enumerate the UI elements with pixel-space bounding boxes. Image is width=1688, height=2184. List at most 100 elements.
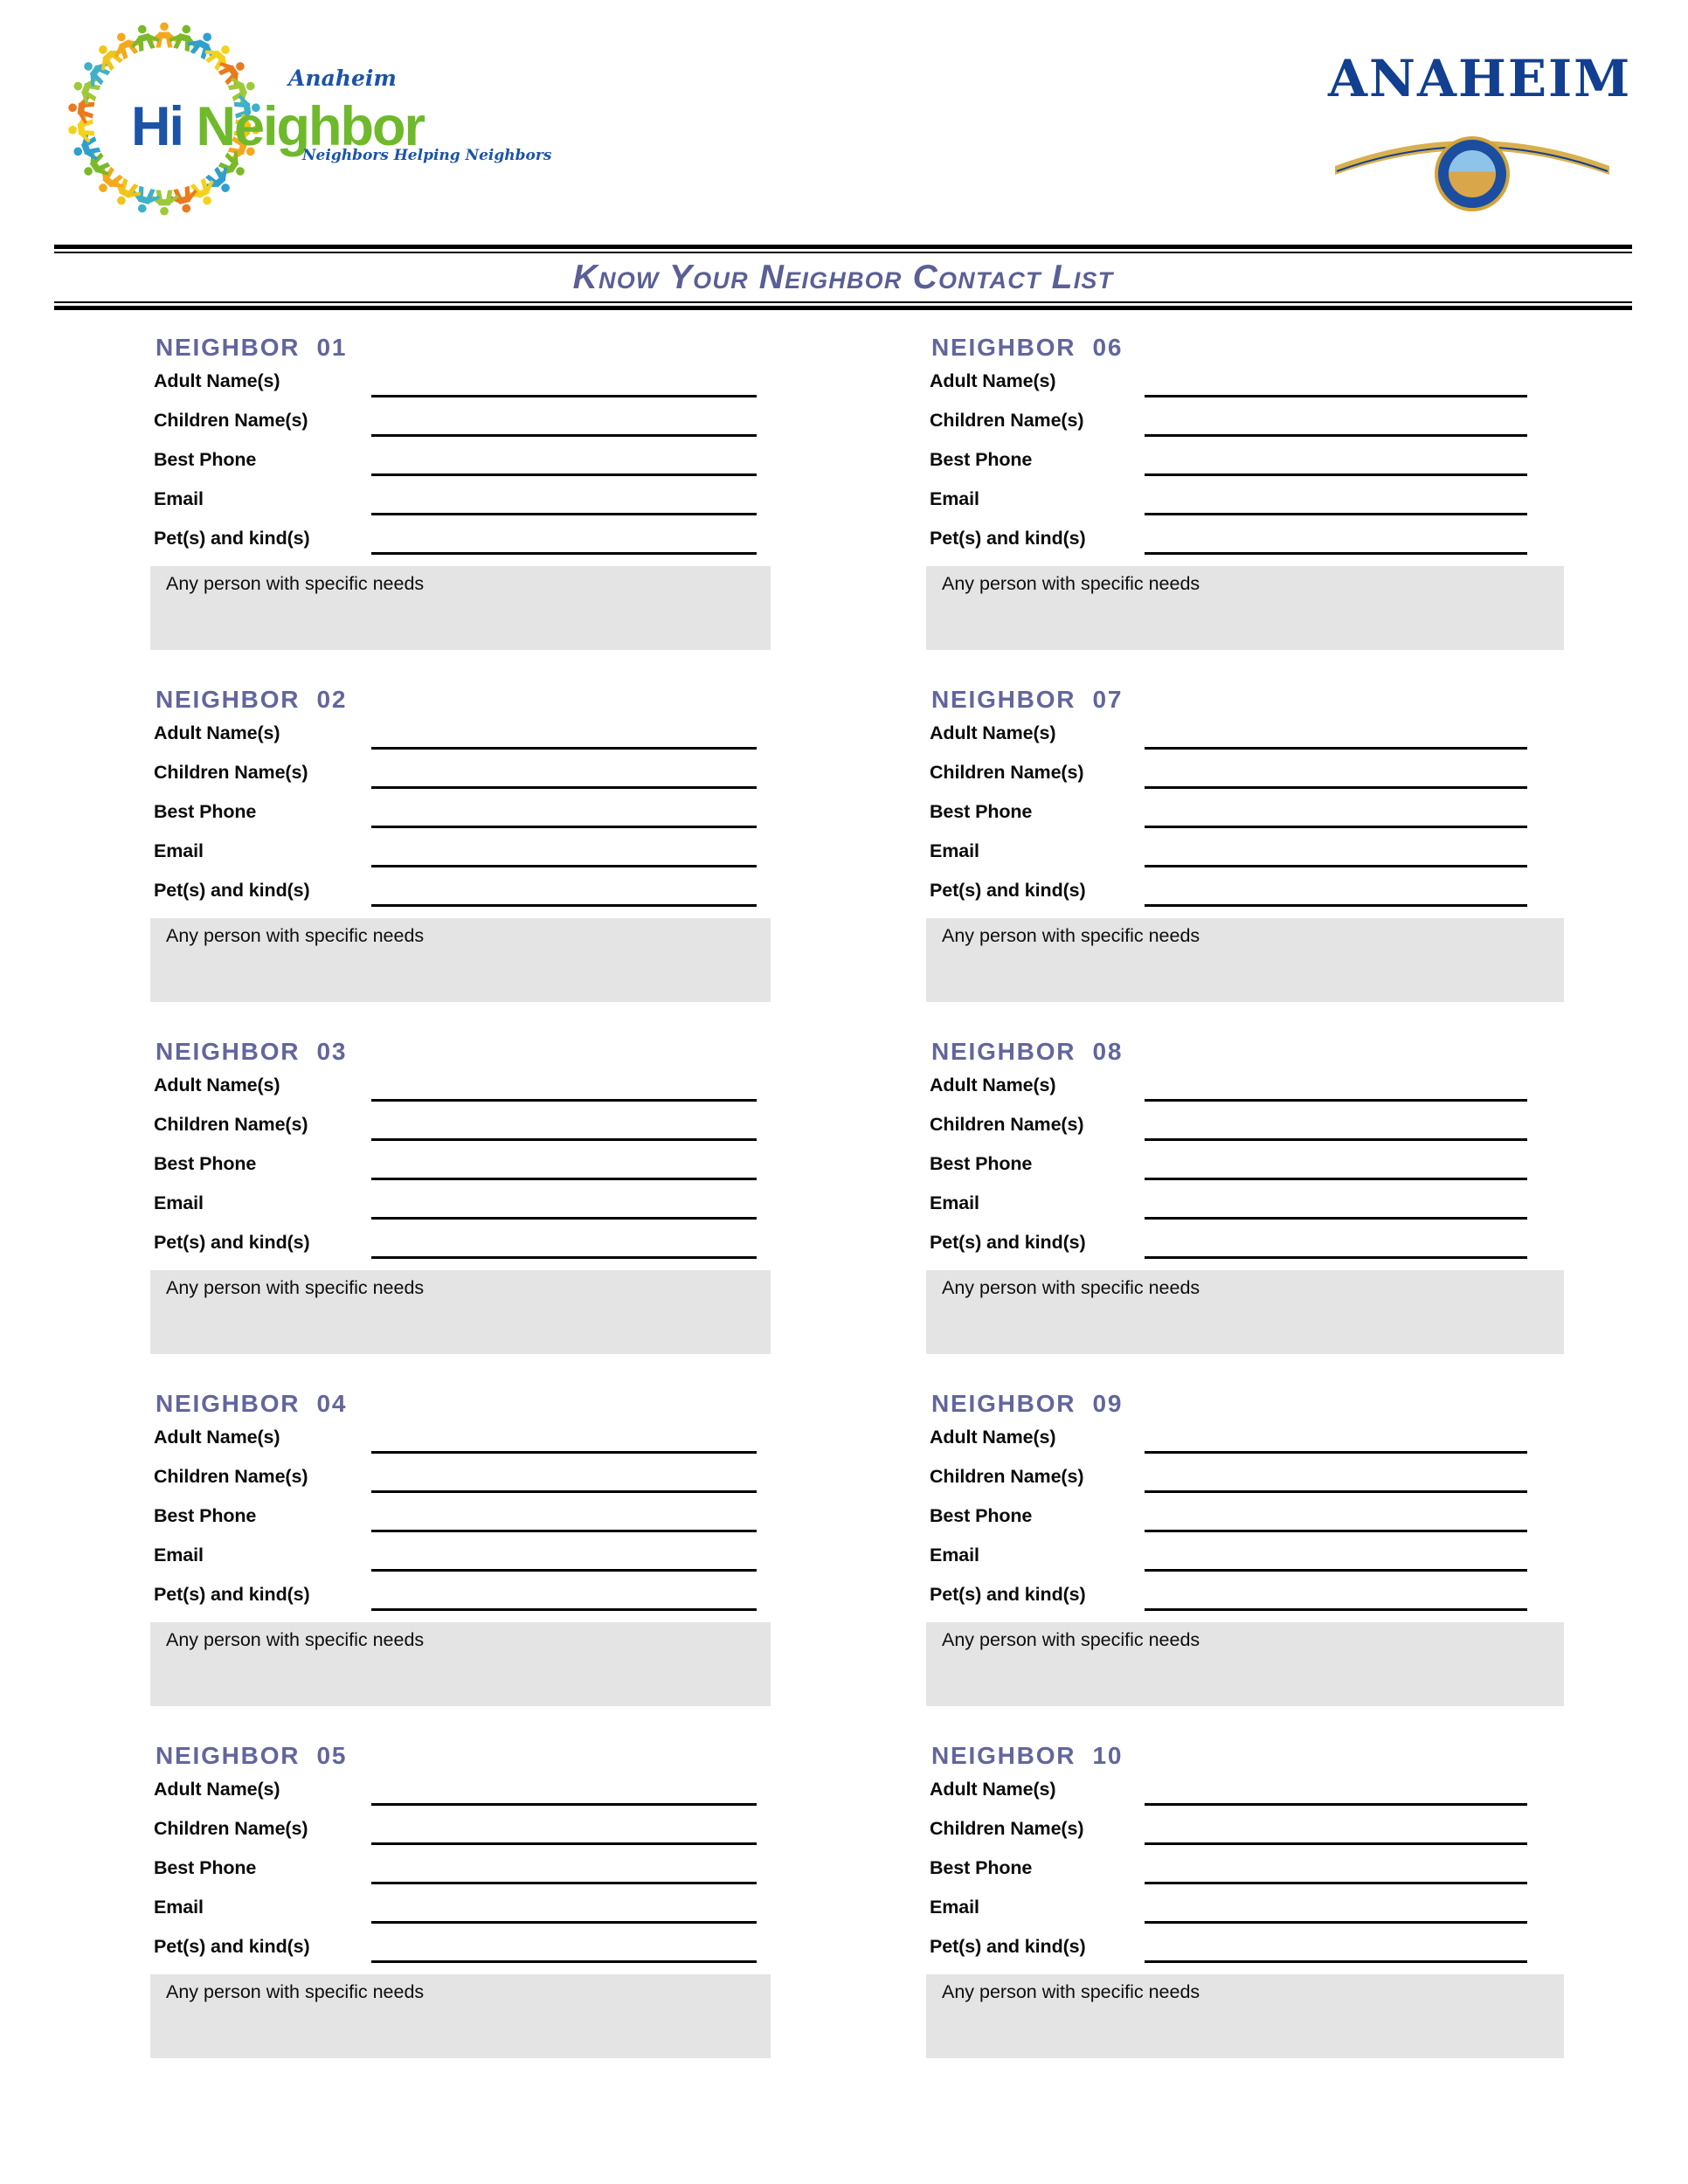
field-input-line-pets[interactable] <box>1145 904 1527 908</box>
field-input-line-children-names[interactable] <box>1145 434 1527 438</box>
field-input-line-best-phone[interactable] <box>1145 1530 1527 1533</box>
field-label-children-names: Children Name(s) <box>154 1114 308 1136</box>
field-row-adult-names: Adult Name(s) <box>926 1775 1564 1814</box>
special-needs-box[interactable]: Any person with specific needs <box>926 918 1564 1003</box>
field-input-line-best-phone[interactable] <box>371 473 757 477</box>
field-row-adult-names: Adult Name(s) <box>150 1071 771 1110</box>
field-input-line-pets[interactable] <box>371 552 757 556</box>
field-input-line-pets[interactable] <box>371 1256 757 1260</box>
special-needs-box[interactable]: Any person with specific needs <box>926 566 1564 651</box>
field-input-line-pets[interactable] <box>1145 552 1527 556</box>
field-input-line-email[interactable] <box>1145 1921 1527 1925</box>
field-row-email: Email <box>926 837 1564 876</box>
page-header: Anaheim Hi Neighbor Neighbors Helping Ne… <box>0 0 1688 232</box>
page-title: Know Your Neighbor Contact List <box>572 258 1114 296</box>
field-row-best-phone: Best Phone <box>926 1854 1564 1893</box>
hi-neighbor-tagline: Neighbors Helping Neighbors <box>302 147 552 164</box>
field-input-line-adult-names[interactable] <box>371 395 757 398</box>
field-label-email: Email <box>930 840 979 862</box>
field-input-line-pets[interactable] <box>1145 1960 1527 1964</box>
field-input-line-children-names[interactable] <box>1145 1842 1527 1846</box>
special-needs-box[interactable]: Any person with specific needs <box>926 1974 1564 2059</box>
field-input-line-pets[interactable] <box>1145 1256 1527 1260</box>
special-needs-label: Any person with specific needs <box>942 1629 1200 1651</box>
neighbor-block-heading: NEIGHBOR 05 <box>156 1742 348 1769</box>
field-input-line-pets[interactable] <box>371 1960 757 1964</box>
field-label-best-phone: Best Phone <box>154 449 257 471</box>
field-label-best-phone: Best Phone <box>154 1857 257 1879</box>
field-input-line-best-phone[interactable] <box>371 1178 757 1181</box>
field-row-pets: Pet(s) and kind(s) <box>150 1580 771 1620</box>
field-input-line-adult-names[interactable] <box>371 1451 757 1455</box>
field-input-line-email[interactable] <box>1145 1217 1527 1220</box>
field-label-pets: Pet(s) and kind(s) <box>154 1936 310 1958</box>
hi-neighbor-word-hi: Hi <box>131 96 184 157</box>
field-input-line-children-names[interactable] <box>1145 786 1527 790</box>
field-input-line-email[interactable] <box>371 1921 757 1925</box>
field-input-line-adult-names[interactable] <box>1145 1099 1527 1102</box>
field-label-best-phone: Best Phone <box>930 1505 1033 1527</box>
field-input-line-adult-names[interactable] <box>1145 1803 1527 1807</box>
field-input-line-adult-names[interactable] <box>1145 747 1527 750</box>
special-needs-label: Any person with specific needs <box>166 573 425 595</box>
field-input-line-children-names[interactable] <box>1145 1138 1527 1142</box>
field-input-line-children-names[interactable] <box>1145 1490 1527 1494</box>
special-needs-box[interactable]: Any person with specific needs <box>150 1270 771 1355</box>
field-input-line-email[interactable] <box>1145 1569 1527 1572</box>
field-input-line-pets[interactable] <box>1145 1608 1527 1612</box>
field-input-line-best-phone[interactable] <box>1145 1882 1527 1885</box>
field-input-line-best-phone[interactable] <box>1145 826 1527 829</box>
field-row-best-phone: Best Phone <box>150 798 771 837</box>
field-row-pets: Pet(s) and kind(s) <box>926 1228 1564 1268</box>
field-label-pets: Pet(s) and kind(s) <box>154 528 310 549</box>
field-input-line-email[interactable] <box>371 1569 757 1572</box>
anaheim-seal-icon <box>1435 136 1510 211</box>
field-row-pets: Pet(s) and kind(s) <box>926 1580 1564 1620</box>
field-input-line-adult-names[interactable] <box>371 747 757 750</box>
field-input-line-adult-names[interactable] <box>1145 395 1527 398</box>
special-needs-box[interactable]: Any person with specific needs <box>926 1622 1564 1707</box>
field-input-line-adult-names[interactable] <box>371 1099 757 1102</box>
field-input-line-best-phone[interactable] <box>371 826 757 829</box>
field-input-line-adult-names[interactable] <box>371 1803 757 1807</box>
field-input-line-best-phone[interactable] <box>371 1882 757 1885</box>
field-row-children-names: Children Name(s) <box>926 758 1564 798</box>
neighbor-block: NEIGHBOR 07 Adult Name(s) Children Name(s)… <box>926 686 1564 1038</box>
field-row-best-phone: Best Phone <box>926 798 1564 837</box>
special-needs-box[interactable]: Any person with specific needs <box>150 1974 771 2059</box>
field-label-children-names: Children Name(s) <box>154 1466 308 1488</box>
field-input-line-adult-names[interactable] <box>1145 1451 1527 1455</box>
field-label-pets: Pet(s) and kind(s) <box>930 1584 1086 1606</box>
title-rule-top <box>54 245 1632 253</box>
field-label-adult-names: Adult Name(s) <box>930 1427 1056 1448</box>
field-label-pets: Pet(s) and kind(s) <box>154 880 310 902</box>
field-input-line-pets[interactable] <box>371 1608 757 1612</box>
rule-thin-line <box>54 252 1632 253</box>
field-input-line-children-names[interactable] <box>371 1490 757 1494</box>
special-needs-box[interactable]: Any person with specific needs <box>150 1622 771 1707</box>
hi-neighbor-logo: Anaheim Hi Neighbor Neighbors Helping Ne… <box>51 16 551 225</box>
special-needs-box[interactable]: Any person with specific needs <box>150 566 771 651</box>
field-input-line-children-names[interactable] <box>371 786 757 790</box>
field-input-line-email[interactable] <box>371 1217 757 1220</box>
field-label-best-phone: Best Phone <box>930 801 1033 823</box>
field-label-email: Email <box>930 1545 979 1566</box>
field-input-line-email[interactable] <box>371 513 757 516</box>
field-input-line-best-phone[interactable] <box>1145 473 1527 477</box>
field-label-adult-names: Adult Name(s) <box>930 1779 1056 1800</box>
special-needs-box[interactable]: Any person with specific needs <box>150 918 771 1003</box>
field-input-line-children-names[interactable] <box>371 434 757 438</box>
special-needs-box[interactable]: Any person with specific needs <box>926 1270 1564 1355</box>
field-input-line-pets[interactable] <box>371 904 757 908</box>
field-input-line-children-names[interactable] <box>371 1138 757 1142</box>
field-input-line-email[interactable] <box>371 865 757 868</box>
field-input-line-children-names[interactable] <box>371 1842 757 1846</box>
field-input-line-email[interactable] <box>1145 513 1527 516</box>
field-input-line-best-phone[interactable] <box>371 1530 757 1533</box>
field-input-line-email[interactable] <box>1145 865 1527 868</box>
field-label-children-names: Children Name(s) <box>930 1466 1084 1488</box>
field-row-children-names: Children Name(s) <box>150 758 771 798</box>
field-input-line-best-phone[interactable] <box>1145 1178 1527 1181</box>
neighbor-block-heading: NEIGHBOR 07 <box>931 686 1124 713</box>
field-row-best-phone: Best Phone <box>926 1150 1564 1189</box>
